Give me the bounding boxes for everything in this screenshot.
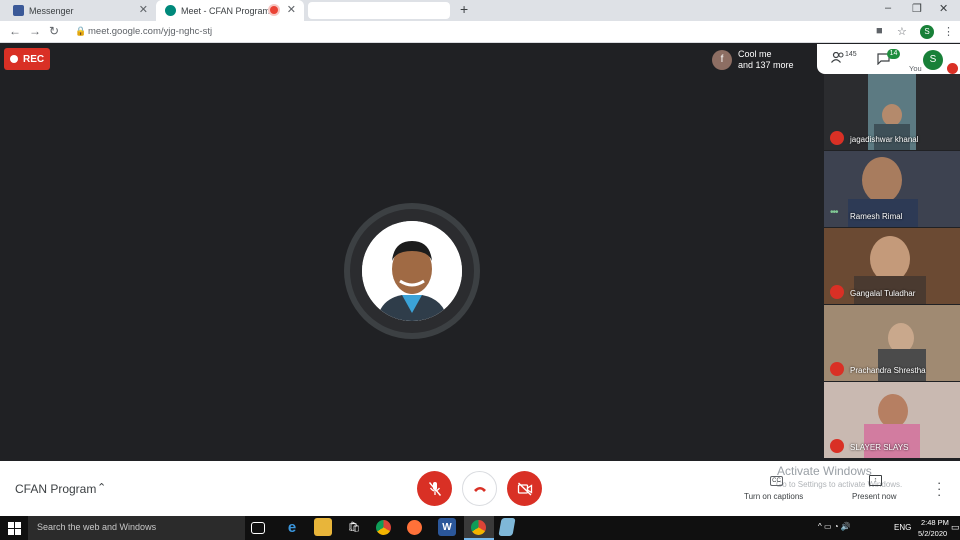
maximize-icon[interactable]: ❐: [912, 2, 922, 15]
store-icon[interactable]: 🛍: [345, 518, 363, 536]
notifications-icon[interactable]: ▭: [951, 522, 960, 533]
recording-indicator-icon: [270, 6, 278, 14]
browser-menu-icon[interactable]: ⋮: [943, 25, 954, 38]
muted-mic-icon: [830, 439, 844, 453]
tab-meet[interactable]: Meet - CFAN Program ✕: [156, 0, 304, 21]
people-icon[interactable]: [831, 52, 845, 63]
forward-icon[interactable]: →: [29, 24, 41, 38]
participant-tiles: jagadishwar khanal ••• Ramesh Rimal Gang…: [824, 74, 960, 461]
leave-call-button[interactable]: [462, 471, 497, 506]
recording-label: REC: [23, 53, 45, 65]
activate-windows-title: Activate Windows: [777, 464, 872, 478]
microphone-toggle-button[interactable]: [417, 471, 452, 506]
chrome-icon[interactable]: [471, 520, 486, 535]
participant-tile[interactable]: ••• Ramesh Rimal: [824, 151, 960, 227]
browser-toolbar: ← → ↻ 🔒 meet.google.com/yjg-nghc-stj ■ ☆…: [0, 21, 960, 43]
chat-count-badge: 14: [887, 49, 900, 59]
speaker-portrait-icon: [362, 221, 462, 321]
browser-tab-bar: Messenger ✕ Meet - CFAN Program ✕ + – ❐ …: [0, 0, 960, 21]
clock-date[interactable]: 5/2/2020: [918, 529, 947, 538]
close-window-icon[interactable]: ✕: [939, 2, 948, 15]
recording-badge: REC: [4, 48, 50, 70]
self-avatar[interactable]: S: [923, 50, 943, 70]
joined-line-2: and 137 more: [738, 60, 794, 70]
meet-icon: [165, 5, 176, 16]
taskbar-search-box[interactable]: Search the web and Windows: [28, 516, 245, 540]
edge-icon[interactable]: e: [283, 518, 301, 536]
windows-start-icon[interactable]: [8, 522, 21, 535]
joined-user-avatar: f: [712, 50, 732, 70]
participants-joined-toast: f Cool me and 137 more: [708, 46, 820, 74]
people-count: 145: [845, 51, 857, 58]
tab-title: Meet - CFAN Program: [181, 5, 271, 16]
word-icon[interactable]: W: [438, 518, 456, 536]
file-explorer-icon[interactable]: [314, 518, 332, 536]
participant-tile[interactable]: Gangalal Tuladhar: [824, 228, 960, 304]
speaking-indicator-icon: •••: [830, 207, 838, 218]
camera-off-icon: [517, 481, 532, 496]
participant-tile[interactable]: jagadishwar khanal: [824, 74, 960, 150]
tab-title: Messenger: [29, 5, 74, 16]
close-icon[interactable]: ✕: [139, 3, 148, 16]
muted-mic-icon: [830, 362, 844, 376]
new-tab-icon[interactable]: +: [460, 1, 468, 17]
chrome-icon[interactable]: [376, 520, 391, 535]
record-dot-icon: [10, 55, 18, 63]
participant-name: SLAYER SLAYS: [850, 443, 909, 452]
speaker-avatar: [362, 221, 462, 321]
back-icon[interactable]: ←: [9, 24, 21, 38]
participant-name: Ramesh Rimal: [850, 212, 903, 221]
messenger-icon: [13, 5, 24, 16]
captions-button[interactable]: Turn on captions: [744, 492, 803, 501]
blank-tab[interactable]: [308, 2, 450, 19]
participant-tile[interactable]: Prachandra Shrestha: [824, 305, 960, 381]
firefox-icon[interactable]: [407, 520, 422, 535]
camera-toggle-button[interactable]: [507, 471, 542, 506]
minimize-icon[interactable]: –: [885, 2, 891, 14]
task-view-icon[interactable]: [251, 522, 265, 534]
participant-name: Gangalal Tuladhar: [850, 289, 916, 298]
hang-up-icon: [473, 486, 486, 492]
self-label: You: [909, 64, 922, 73]
address-bar[interactable]: meet.google.com/yjg-nghc-stj: [88, 26, 212, 37]
present-screen-icon[interactable]: ↑: [869, 475, 882, 486]
meeting-name[interactable]: CFAN Program: [15, 482, 96, 496]
chevron-up-icon[interactable]: ⌃: [97, 481, 106, 494]
mic-off-icon: [428, 481, 441, 496]
close-icon[interactable]: ✕: [287, 3, 296, 16]
self-muted-mic-icon: [947, 63, 958, 74]
lock-icon: 🔒: [75, 26, 87, 36]
muted-mic-icon: [830, 131, 844, 145]
present-now-button[interactable]: Present now: [852, 492, 896, 501]
camera-icon[interactable]: ■: [876, 25, 883, 37]
bookmark-star-icon[interactable]: ☆: [897, 25, 907, 38]
muted-mic-icon: [830, 285, 844, 299]
system-tray-icons[interactable]: ^ ▭ ◔ 🔊: [818, 522, 851, 531]
activate-windows-subtitle: Go to Settings to activate Windows.: [776, 480, 903, 489]
participant-name: Prachandra Shrestha: [850, 366, 926, 375]
tab-messenger[interactable]: Messenger ✕: [4, 0, 156, 21]
profile-avatar[interactable]: S: [920, 25, 934, 39]
participant-name: jagadishwar khanal: [850, 135, 919, 144]
participant-tile[interactable]: SLAYER SLAYS: [824, 382, 960, 458]
more-options-icon[interactable]: · · ·: [937, 476, 941, 501]
language-indicator[interactable]: ENG: [894, 523, 911, 532]
captions-icon[interactable]: CC: [770, 476, 783, 486]
clock-time[interactable]: 2:48 PM: [921, 518, 949, 527]
reload-icon[interactable]: ↻: [49, 24, 59, 38]
joined-line-1: Cool me: [738, 49, 772, 59]
joined-text: Cool me and 137 more: [738, 49, 794, 71]
